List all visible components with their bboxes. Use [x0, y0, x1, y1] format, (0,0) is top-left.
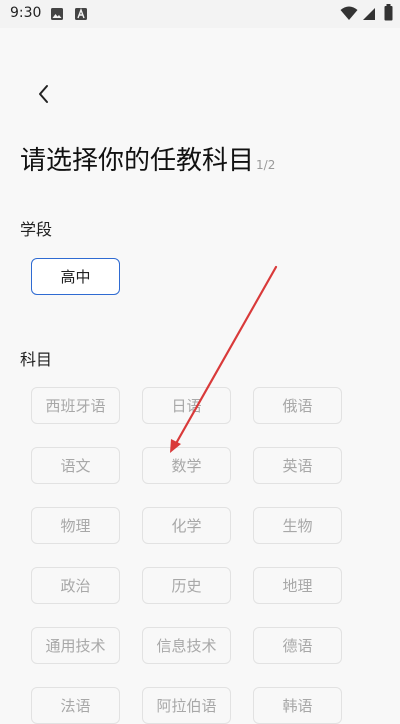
- subject-chip[interactable]: 信息技术: [142, 627, 231, 664]
- subject-chip[interactable]: 通用技术: [31, 627, 120, 664]
- page-title: 请选择你的任教科目 1/2: [20, 140, 275, 177]
- font-icon: [75, 8, 87, 20]
- subject-chip[interactable]: 阿拉伯语: [142, 687, 231, 724]
- gallery-icon: [51, 8, 63, 20]
- status-time: 9:30: [10, 5, 42, 21]
- subject-chip[interactable]: 历史: [142, 567, 231, 604]
- annotation-arrow: [170, 265, 278, 453]
- subject-chip[interactable]: 政治: [31, 567, 120, 604]
- stage-chip-selected[interactable]: 高中: [31, 258, 120, 295]
- subject-chip[interactable]: 地理: [253, 567, 342, 604]
- battery-icon: [384, 4, 393, 21]
- subject-chip[interactable]: 化学: [142, 507, 231, 544]
- subject-chip[interactable]: 日语: [142, 387, 231, 424]
- back-button[interactable]: [28, 78, 60, 110]
- page-title-text: 请选择你的任教科目: [20, 146, 255, 176]
- subject-chip[interactable]: 生物: [253, 507, 342, 544]
- status-bar: 9:30: [0, 0, 400, 28]
- subject-chip[interactable]: 俄语: [253, 387, 342, 424]
- subject-chip[interactable]: 德语: [253, 627, 342, 664]
- subject-chip[interactable]: 英语: [253, 447, 342, 484]
- subject-chip[interactable]: 西班牙语: [31, 387, 120, 424]
- subject-section-label: 科目: [20, 350, 53, 369]
- stage-section-label: 学段: [20, 220, 53, 239]
- page-step: 1/2: [256, 158, 276, 172]
- subject-chip[interactable]: 物理: [31, 507, 120, 544]
- subject-chip[interactable]: 法语: [31, 687, 120, 724]
- subject-chip[interactable]: 韩语: [253, 687, 342, 724]
- subject-chip[interactable]: 数学: [142, 447, 231, 484]
- subject-chip[interactable]: 语文: [31, 447, 120, 484]
- chevron-left-icon: [39, 85, 48, 103]
- signal-icon: [363, 8, 375, 20]
- wifi-icon: [340, 6, 358, 20]
